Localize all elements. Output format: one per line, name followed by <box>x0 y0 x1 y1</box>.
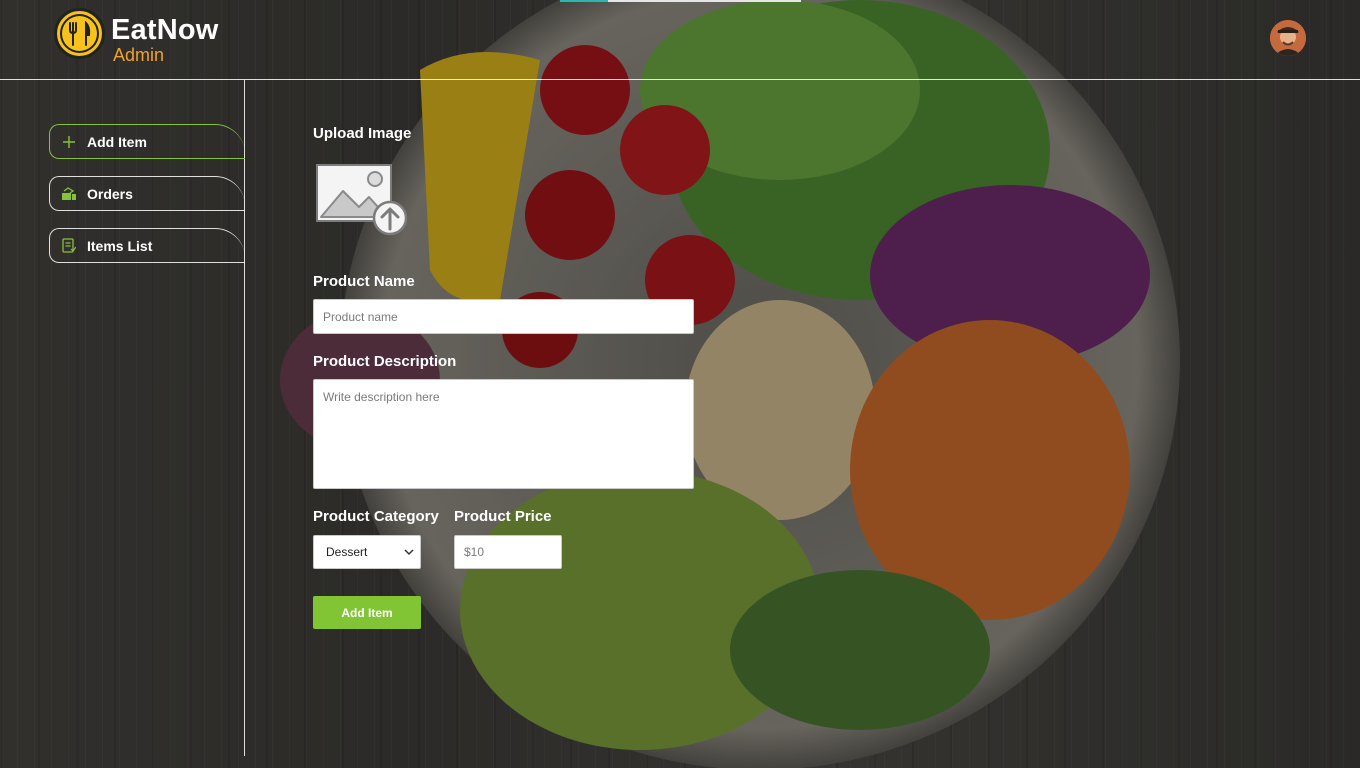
sidebar-item-items-list[interactable]: Items List <box>49 228 245 263</box>
image-upload-button[interactable] <box>313 163 408 236</box>
user-avatar[interactable] <box>1270 20 1306 56</box>
add-item-button[interactable]: Add Item <box>313 596 421 629</box>
product-price-label: Product Price <box>454 508 552 525</box>
upload-image-label: Upload Image <box>313 125 412 142</box>
loading-bar <box>560 0 801 2</box>
list-icon <box>61 238 77 254</box>
orders-icon <box>61 186 77 202</box>
category-selected-value: Dessert <box>326 545 368 559</box>
product-category-select[interactable]: Dessert <box>313 535 421 569</box>
product-description-input[interactable] <box>313 379 694 489</box>
chevron-down-icon <box>404 549 414 556</box>
sidebar: Add Item Orders Items List <box>0 80 245 756</box>
utensils-logo-icon <box>54 8 105 59</box>
sidebar-item-label: Add Item <box>87 133 147 150</box>
sidebar-item-label: Orders <box>87 185 133 202</box>
image-upload-icon <box>316 164 408 236</box>
plus-icon <box>61 134 77 150</box>
sidebar-item-add-item[interactable]: Add Item <box>49 124 245 159</box>
brand-name: EatNow <box>111 14 219 46</box>
sidebar-item-orders[interactable]: Orders <box>49 176 245 211</box>
product-name-input[interactable] <box>313 299 694 334</box>
top-header: EatNow Admin <box>0 0 1360 80</box>
product-description-label: Product Description <box>313 353 457 370</box>
product-price-input[interactable] <box>454 535 562 569</box>
brand-subtitle: Admin <box>113 45 165 65</box>
sidebar-item-label: Items List <box>87 237 153 254</box>
product-category-label: Product Category <box>313 508 439 525</box>
product-name-label: Product Name <box>313 273 415 290</box>
brand-logo[interactable]: EatNow Admin <box>54 8 219 64</box>
